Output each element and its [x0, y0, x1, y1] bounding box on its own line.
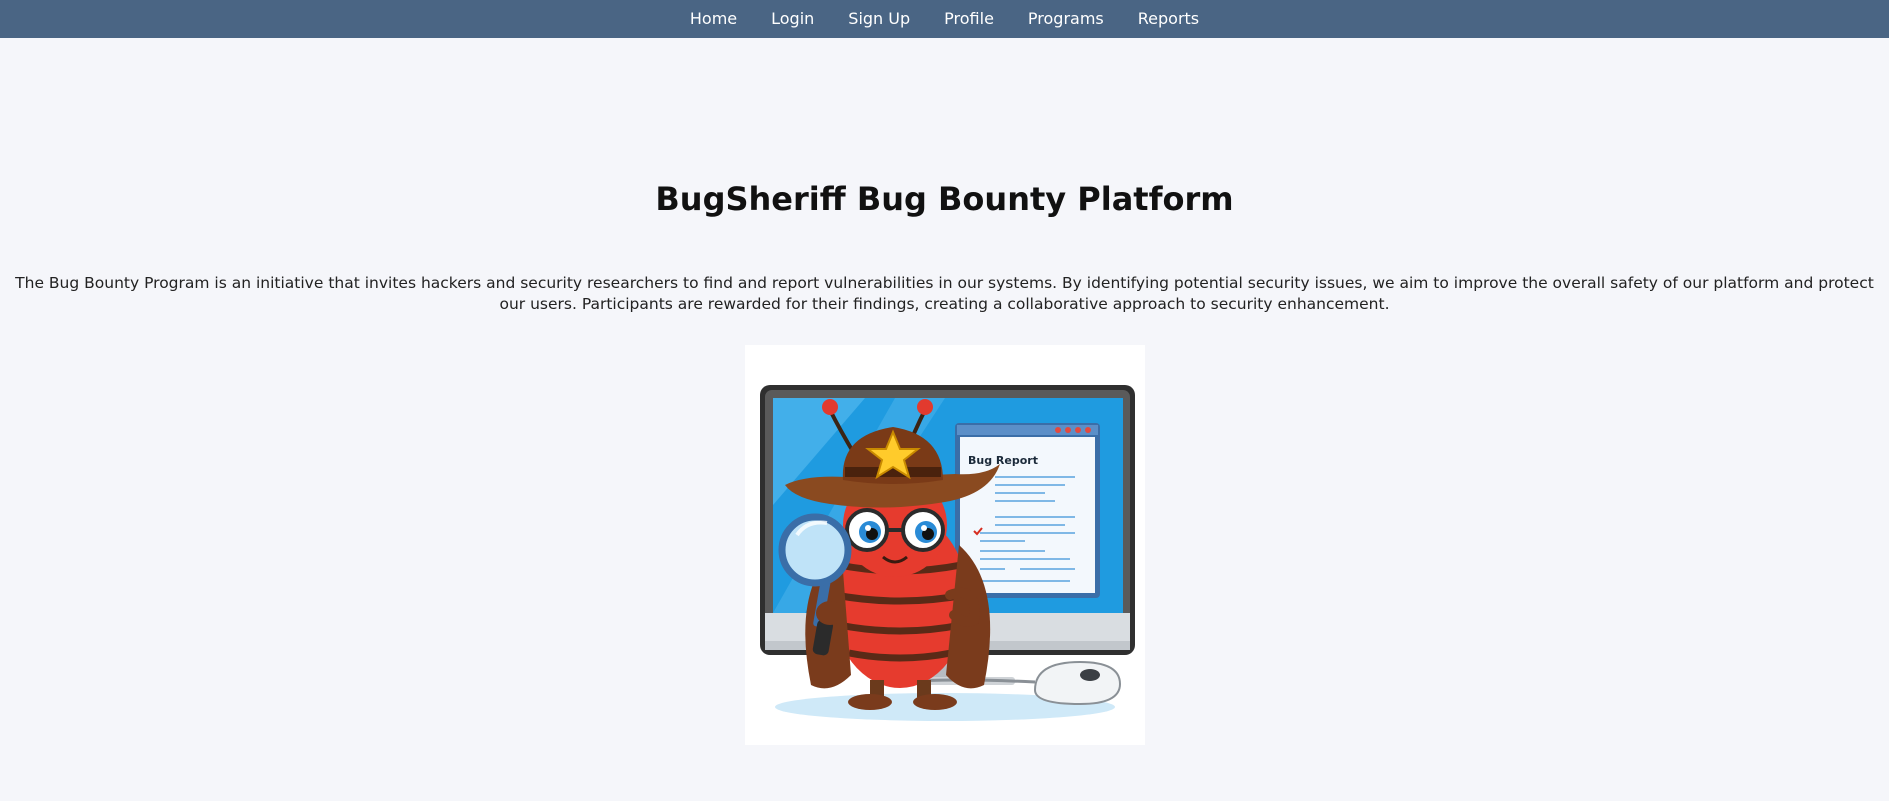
nav-reports-link[interactable]: Reports — [1121, 0, 1216, 38]
main-content: BugSheriff Bug Bounty Platform The Bug B… — [0, 180, 1889, 745]
nav-programs-link[interactable]: Programs — [1011, 0, 1121, 38]
page-title: BugSheriff Bug Bounty Platform — [655, 180, 1234, 218]
nav-login-link[interactable]: Login — [754, 0, 831, 38]
nav-signup-link[interactable]: Sign Up — [831, 0, 927, 38]
sheriff-bug-illustration: Bug Report — [744, 345, 1145, 745]
program-description: The Bug Bounty Program is an initiative … — [15, 274, 1874, 313]
nav-profile-link[interactable]: Profile — [927, 0, 1011, 38]
nav-home-link[interactable]: Home — [673, 0, 754, 38]
bug-report-heading: Bug Report — [968, 454, 1038, 467]
sheriff-bug-image: Bug Report — [759, 385, 1135, 721]
top-navbar: Home Login Sign Up Profile Programs Repo… — [0, 0, 1889, 38]
